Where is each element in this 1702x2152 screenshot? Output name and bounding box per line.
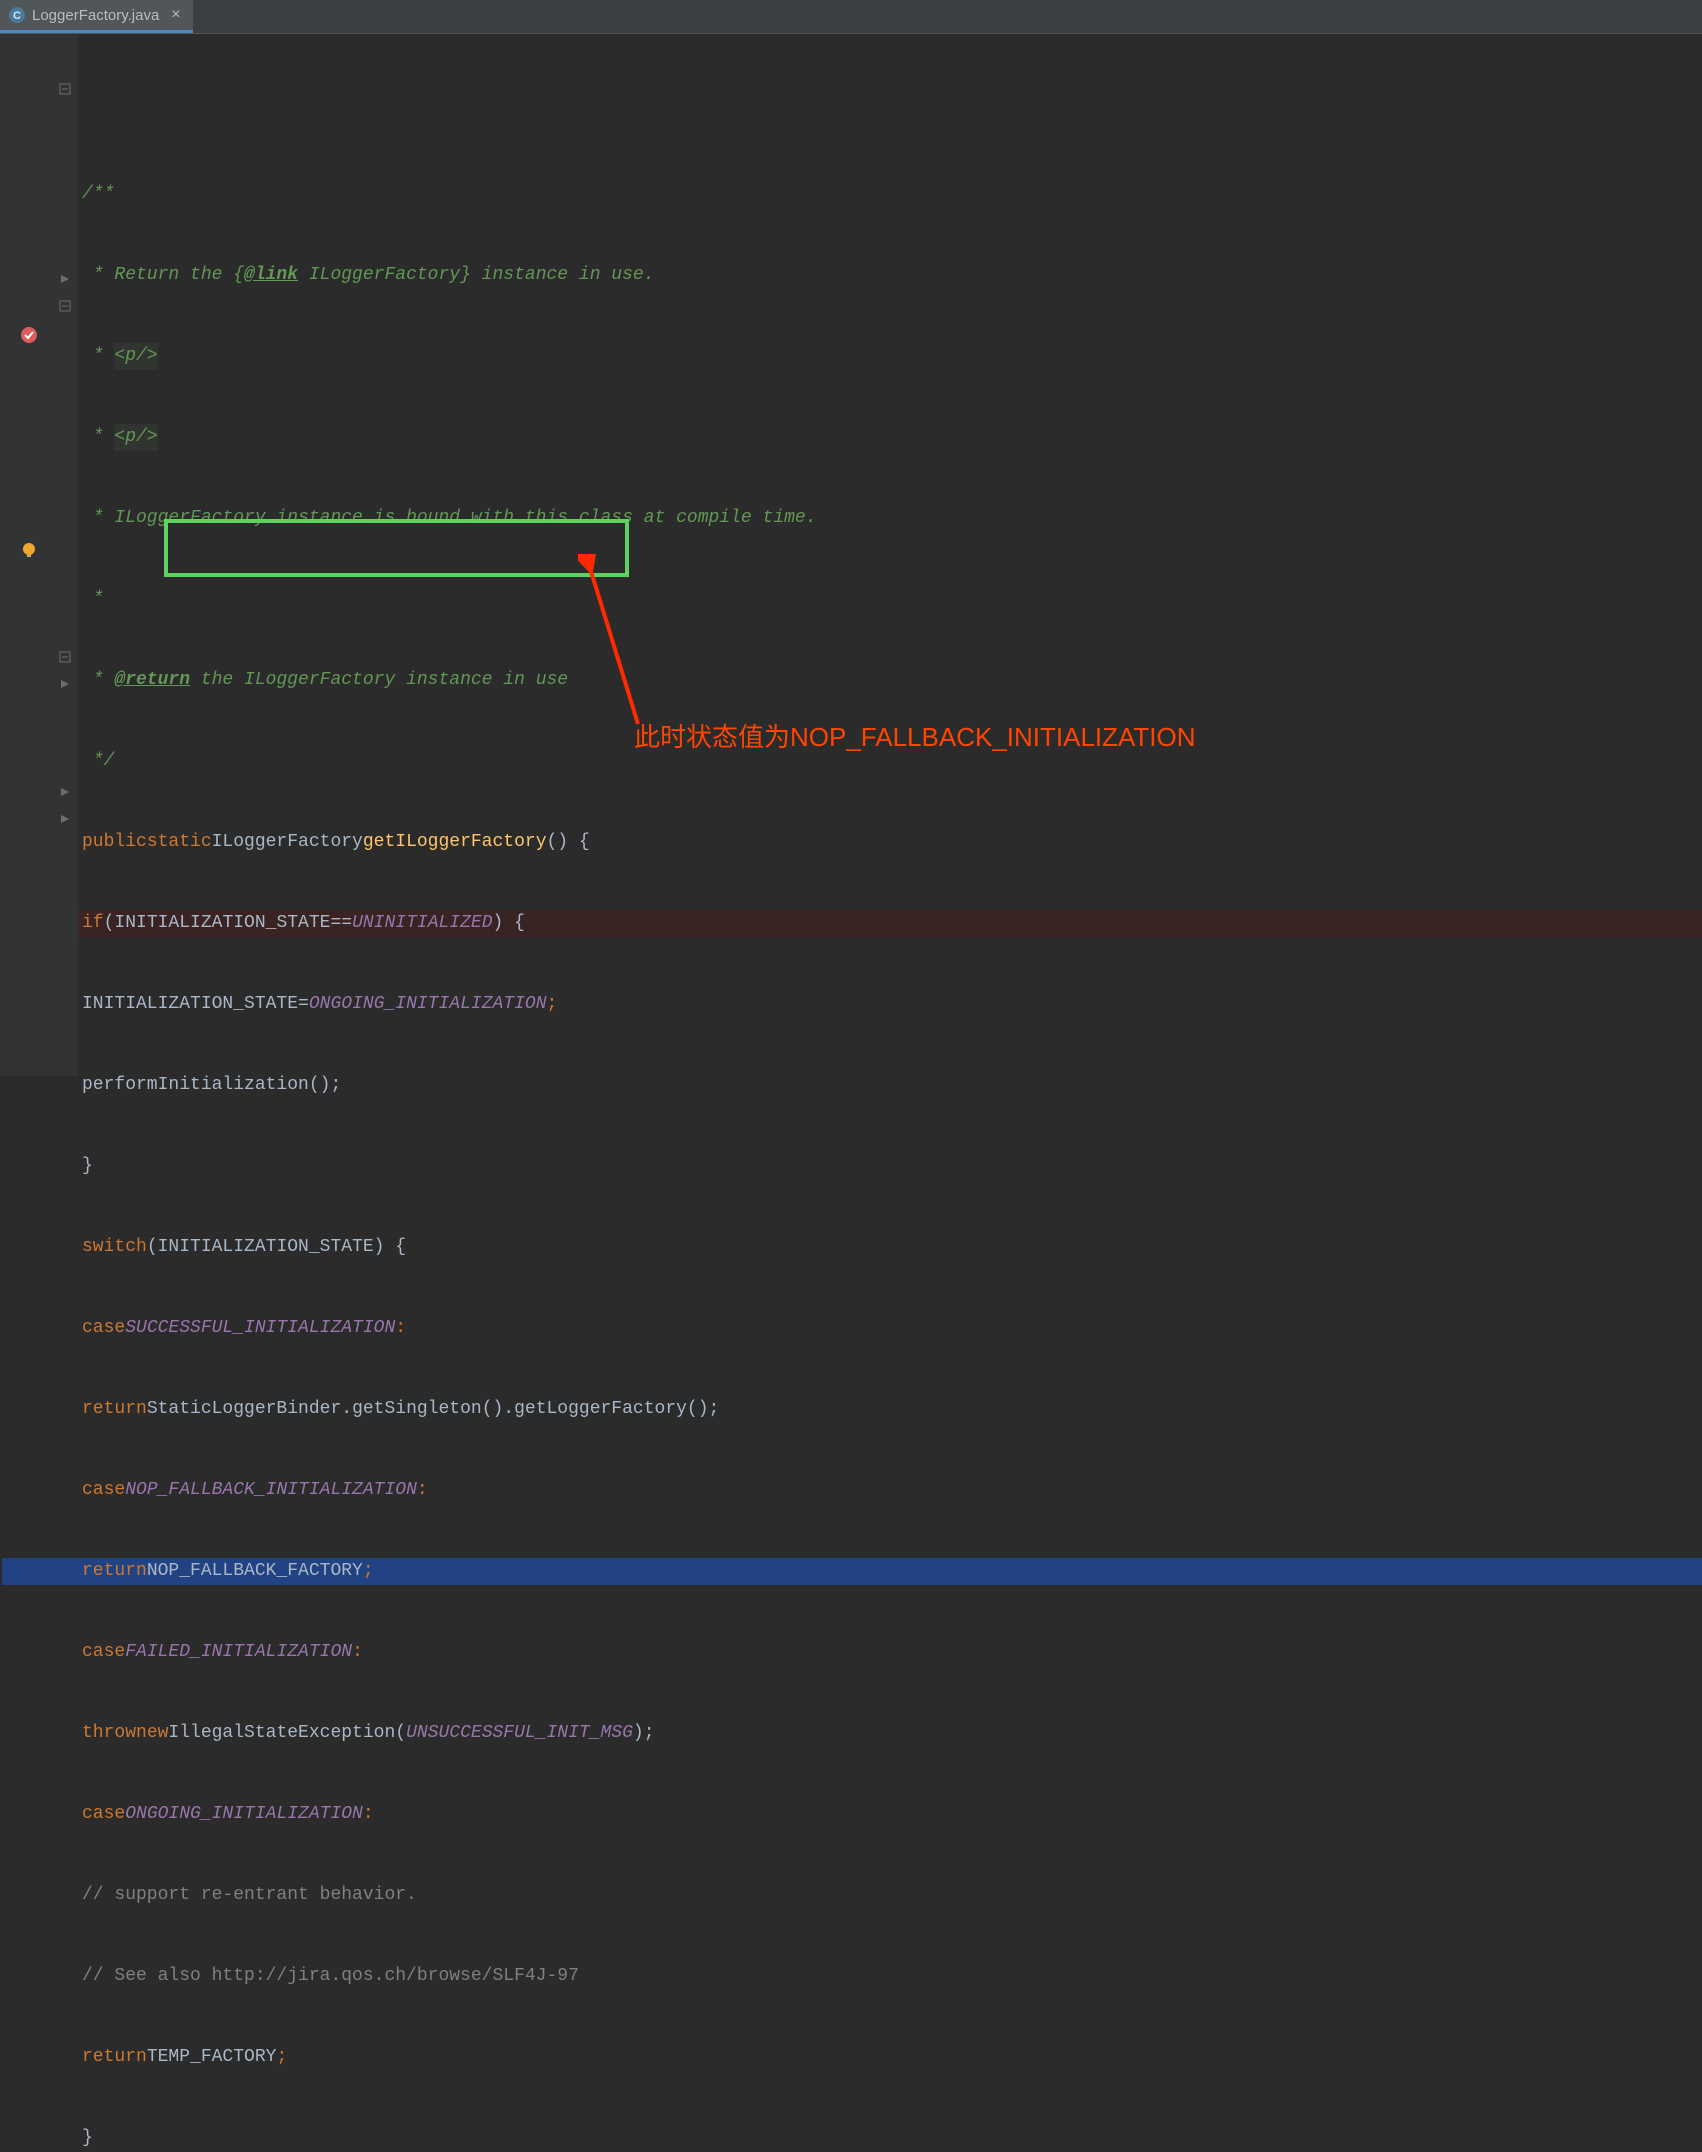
- constant: UNSUCCESSFUL_INIT_MSG: [406, 1720, 633, 1747]
- keyword: throw: [82, 1720, 136, 1747]
- keyword: case: [82, 1801, 125, 1828]
- keyword: case: [82, 1315, 125, 1342]
- fold-icon[interactable]: [58, 812, 72, 826]
- method-call: getSingleton: [352, 1396, 482, 1423]
- javadoc: */: [82, 748, 114, 775]
- constant: NOP_FALLBACK_INITIALIZATION: [125, 1477, 417, 1504]
- close-icon[interactable]: ×: [171, 6, 180, 24]
- code-line: /**: [82, 181, 1702, 208]
- svg-text:C: C: [13, 10, 21, 22]
- code-line: // support re-entrant behavior.: [82, 1882, 1702, 1909]
- keyword: if: [82, 910, 104, 937]
- code-line: throw new IllegalStateException(UNSUCCES…: [82, 1720, 1702, 1747]
- annotation-text: 此时状态值为NOP_FALLBACK_INITIALIZATION: [634, 724, 1196, 751]
- keyword: static: [147, 829, 212, 856]
- keyword: return: [82, 1396, 147, 1423]
- code-line: [82, 100, 1702, 127]
- identifier: INITIALIZATION_STATE: [158, 1234, 374, 1261]
- tab-filename: LoggerFactory.java: [32, 7, 159, 24]
- code-line: }: [82, 1153, 1702, 1180]
- fold-icon[interactable]: [58, 299, 72, 313]
- code-line: return TEMP_FACTORY;: [82, 2044, 1702, 2071]
- keyword: new: [136, 1720, 168, 1747]
- constant: NOP_FALLBACK_FACTORY: [147, 1558, 363, 1585]
- code-line: // See also http://jira.qos.ch/browse/SL…: [82, 1963, 1702, 1990]
- java-class-icon: C: [8, 6, 26, 24]
- code-line-breakpoint: if (INITIALIZATION_STATE == UNINITIALIZE…: [82, 910, 1702, 937]
- type: ILoggerFactory: [212, 829, 363, 856]
- code-line: * Return the {@link ILoggerFactory} inst…: [82, 262, 1702, 289]
- constant: ONGOING_INITIALIZATION: [125, 1801, 363, 1828]
- fold-icon[interactable]: [58, 82, 72, 96]
- code-line: case ONGOING_INITIALIZATION:: [82, 1801, 1702, 1828]
- javadoc: *: [82, 424, 114, 451]
- comment: // See also http://jira.qos.ch/browse/SL…: [82, 1963, 579, 1990]
- method-call: performInitialization: [82, 1072, 309, 1099]
- javadoc-tag: @return: [114, 667, 190, 694]
- keyword: public: [82, 829, 147, 856]
- javadoc-html: <p/>: [114, 424, 157, 451]
- constant: TEMP_FACTORY: [147, 2044, 277, 2071]
- fold-icon[interactable]: [58, 650, 72, 664]
- code-line: *: [82, 586, 1702, 613]
- type: IllegalStateException: [168, 1720, 395, 1747]
- fold-icon[interactable]: [58, 272, 72, 286]
- comment: // support re-entrant behavior.: [82, 1882, 417, 1909]
- javadoc-html: <p/>: [114, 343, 157, 370]
- code-line: case FAILED_INITIALIZATION:: [82, 1639, 1702, 1666]
- keyword: return: [82, 1558, 147, 1585]
- bulb-icon[interactable]: [18, 539, 40, 561]
- keyword: case: [82, 1477, 125, 1504]
- breakpoint-icon[interactable]: [18, 324, 40, 346]
- javadoc: *: [82, 586, 104, 613]
- fold-icon[interactable]: [58, 677, 72, 691]
- javadoc: * Return the {: [82, 262, 244, 289]
- code-line: INITIALIZATION_STATE = ONGOING_INITIALIZ…: [82, 991, 1702, 1018]
- code-line: * @return the ILoggerFactory instance in…: [82, 667, 1702, 694]
- tab-bar: C LoggerFactory.java ×: [0, 0, 1702, 34]
- fold-icon[interactable]: [58, 785, 72, 799]
- constant: ONGOING_INITIALIZATION: [309, 991, 547, 1018]
- annotation-arrow: [578, 554, 698, 734]
- method-call: getLoggerFactory: [514, 1396, 687, 1423]
- code-line: * ILoggerFactory instance is bound with …: [82, 505, 1702, 532]
- constant: UNINITIALIZED: [352, 910, 492, 937]
- keyword: case: [82, 1639, 125, 1666]
- gutter: [0, 34, 78, 1076]
- code-area[interactable]: /** * Return the {@link ILoggerFactory} …: [78, 34, 1702, 1076]
- constant: FAILED_INITIALIZATION: [125, 1639, 352, 1666]
- javadoc: * ILoggerFactory instance is bound with …: [82, 505, 817, 532]
- code-line: performInitialization();: [82, 1072, 1702, 1099]
- javadoc-tag: @link: [244, 262, 298, 289]
- code-line-current: return NOP_FALLBACK_FACTORY;: [82, 1558, 1702, 1585]
- editor-area: /** * Return the {@link ILoggerFactory} …: [0, 34, 1702, 1076]
- identifier: INITIALIZATION_STATE: [82, 991, 298, 1018]
- code-line: }: [82, 2125, 1702, 2152]
- code-line: case NOP_FALLBACK_INITIALIZATION:: [82, 1477, 1702, 1504]
- code-line: * <p/>: [82, 424, 1702, 451]
- constant: SUCCESSFUL_INITIALIZATION: [125, 1315, 395, 1342]
- keyword: switch: [82, 1234, 147, 1261]
- code-line: */: [82, 748, 1702, 775]
- javadoc: *: [82, 343, 114, 370]
- javadoc-link: ILoggerFactory: [298, 262, 460, 289]
- code-line: case SUCCESSFUL_INITIALIZATION:: [82, 1315, 1702, 1342]
- code-line: return StaticLoggerBinder.getSingleton()…: [82, 1396, 1702, 1423]
- method-name: getILoggerFactory: [363, 829, 547, 856]
- javadoc: } instance in use.: [460, 262, 654, 289]
- javadoc: *: [82, 667, 114, 694]
- code-line: public static ILoggerFactory getILoggerF…: [82, 829, 1702, 856]
- code-line: switch (INITIALIZATION_STATE) {: [82, 1234, 1702, 1261]
- code-line: * <p/>: [82, 343, 1702, 370]
- keyword: return: [82, 2044, 147, 2071]
- identifier: INITIALIZATION_STATE: [114, 910, 330, 937]
- editor-tab[interactable]: C LoggerFactory.java ×: [0, 0, 193, 33]
- javadoc: /**: [82, 181, 114, 208]
- javadoc: the ILoggerFactory instance in use: [190, 667, 568, 694]
- type: StaticLoggerBinder: [147, 1396, 341, 1423]
